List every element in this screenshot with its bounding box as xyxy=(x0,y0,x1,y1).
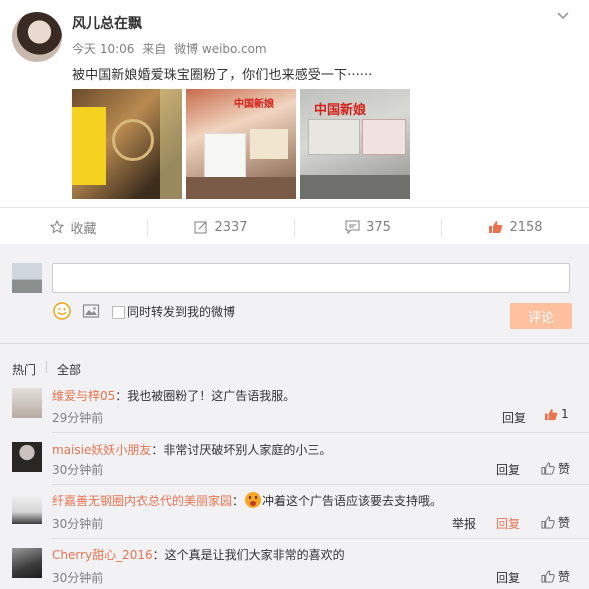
comment-input[interactable] xyxy=(52,263,570,293)
reply-button[interactable]: 回复 xyxy=(496,461,520,478)
comment-like-label: 赞 xyxy=(558,462,571,476)
commenter-avatar[interactable] xyxy=(12,442,42,472)
divider xyxy=(0,207,589,208)
post-photo-2[interactable]: 中国新娘 xyxy=(186,89,296,199)
thumbs-up-icon xyxy=(489,221,503,233)
chevron-down-icon[interactable] xyxy=(556,8,570,22)
thumbs-up-icon xyxy=(544,408,558,420)
author-avatar[interactable] xyxy=(12,12,62,62)
author-name[interactable]: 风儿总在飘 xyxy=(72,13,142,33)
tab-all[interactable]: 全部 xyxy=(57,361,81,378)
commenter-name[interactable]: 维爱与梓05 xyxy=(52,389,115,403)
report-button[interactable]: 举报 xyxy=(452,515,476,532)
repost-button[interactable]: 2337 xyxy=(148,212,294,242)
comment-text: maisie妖妖小朋友：非常讨厌破坏别人家庭的小三。 xyxy=(52,443,332,457)
post-photo-1[interactable] xyxy=(72,89,182,199)
star-icon xyxy=(50,220,65,234)
divider xyxy=(52,484,589,485)
post-photo-3[interactable]: 中国新娘 xyxy=(300,89,410,199)
divider xyxy=(0,343,589,344)
image-icon[interactable] xyxy=(82,302,100,320)
emoji-icon[interactable] xyxy=(53,302,71,320)
thumbs-up-icon xyxy=(541,516,555,529)
my-avatar[interactable] xyxy=(12,263,42,293)
commenter-name[interactable]: Cherry甜心_2016 xyxy=(52,548,153,562)
commenter-avatar[interactable] xyxy=(12,494,42,524)
divider xyxy=(52,538,589,539)
comment-time: 29分钟前 xyxy=(52,411,104,425)
comment-text: Cherry甜心_2016：这个真是让我们大家非常的喜欢的 xyxy=(52,548,345,562)
forward-label: 同时转发到我的微博 xyxy=(127,305,236,319)
thumbs-up-icon xyxy=(541,462,555,475)
submit-comment-button[interactable]: 评论 xyxy=(510,303,572,329)
comment-like-button[interactable]: 赞 xyxy=(541,460,570,477)
comment-text: 维爱与梓05：我也被圈粉了！这广告语我服。 xyxy=(52,389,296,403)
repost-icon xyxy=(194,221,207,234)
comment-button[interactable]: 375 xyxy=(295,212,441,242)
comment-like-button[interactable]: 1 xyxy=(544,407,569,421)
comment-time: 30分钟前 xyxy=(52,463,104,477)
comment-time: 30分钟前 xyxy=(52,517,104,531)
comment-like-label: 赞 xyxy=(558,570,571,584)
comment-like-label: 赞 xyxy=(558,516,571,530)
divider xyxy=(52,432,589,433)
comment-like-button[interactable]: 赞 xyxy=(541,568,570,585)
commenter-avatar[interactable] xyxy=(12,388,42,418)
comment-text: 纤嘉善无钢圈内衣总代的美丽家园： 冲着这个广告语应该要去支持哦。 xyxy=(52,492,443,508)
post-source[interactable]: 微博 weibo.com xyxy=(174,42,267,56)
comment-like-count: 1 xyxy=(561,407,569,421)
post-text: 被中国新娘婚爱珠宝圈粉了，你们也来感受一下······ xyxy=(72,68,373,83)
reply-button[interactable]: 回复 xyxy=(496,515,520,532)
comment-like-button[interactable]: 赞 xyxy=(541,514,570,531)
photo-sign-text: 中国新娘 xyxy=(234,99,274,110)
comment-count: 375 xyxy=(366,219,391,235)
commenter-name[interactable]: maisie妖妖小朋友 xyxy=(52,443,151,457)
divider xyxy=(46,361,47,373)
comment-time: 30分钟前 xyxy=(52,571,104,585)
comment-icon xyxy=(345,220,360,234)
commenter-avatar[interactable] xyxy=(12,548,42,578)
thumbs-up-icon xyxy=(541,570,555,583)
like-button[interactable]: 2158 xyxy=(442,212,589,242)
like-count: 2158 xyxy=(509,219,543,235)
tab-hot[interactable]: 热门 xyxy=(12,361,36,378)
forward-checkbox[interactable] xyxy=(112,306,125,319)
post-meta: 今天 10:06 来自 微博 weibo.com xyxy=(72,40,271,57)
favorite-button[interactable]: 收藏 xyxy=(0,212,147,242)
post-time[interactable]: 今天 10:06 xyxy=(72,42,134,56)
commenter-name[interactable]: 纤嘉善无钢圈内衣总代的美丽家园 xyxy=(52,494,232,508)
surprised-emoji-icon xyxy=(245,492,262,508)
photo-sign-text: 中国新娘 xyxy=(314,103,367,118)
repost-count: 2337 xyxy=(214,219,248,235)
source-prefix: 来自 xyxy=(142,42,167,56)
favorite-label: 收藏 xyxy=(70,221,97,237)
reply-button[interactable]: 回复 xyxy=(496,569,520,586)
reply-button[interactable]: 回复 xyxy=(502,409,526,426)
